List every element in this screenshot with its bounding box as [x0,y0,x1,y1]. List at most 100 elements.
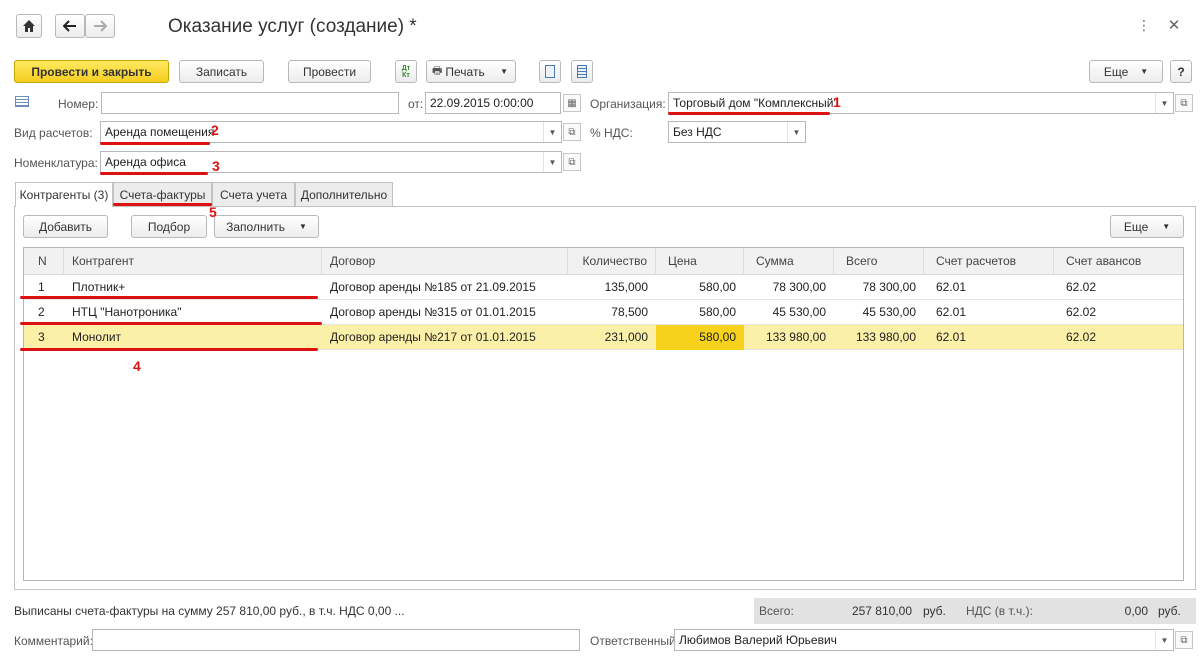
cell-price-active[interactable]: 580,00 [656,325,744,350]
col-contract[interactable]: Договор [322,248,568,275]
chevron-down-icon[interactable]: ▼ [1155,630,1173,650]
organization-label: Организация: [590,97,666,111]
col-total[interactable]: Всего [834,248,924,275]
close-button[interactable]: ✕ [1163,14,1185,36]
tab-counterparties[interactable]: Контрагенты (3) [15,182,113,207]
cell-price[interactable]: 580,00 [656,275,744,300]
close-icon: ✕ [1167,17,1181,34]
dt-kt-icon: Дт Кт [401,64,411,79]
cell-quantity[interactable]: 231,000 [568,325,656,350]
nomenclature-field[interactable]: Аренда офиса ▼ [100,151,562,173]
comment-field[interactable] [92,629,580,651]
tab-accounts[interactable]: Счета учета [212,182,295,206]
cell-settlement-account[interactable]: 62.01 [924,325,1054,350]
save-button[interactable]: Записать [179,60,264,83]
calendar-icon[interactable]: ▦ [563,94,581,112]
cell-price[interactable]: 580,00 [656,300,744,325]
table-more-label: Еще [1123,219,1149,234]
document-icon [545,65,555,78]
col-sum[interactable]: Сумма [744,248,834,275]
cell-settlement-account[interactable]: 62.01 [924,275,1054,300]
cell-total[interactable]: 45 530,00 [834,300,924,325]
vat-field[interactable]: Без НДС ▼ [668,121,806,143]
annotation-2: 2 [211,122,219,138]
chevron-down-icon: ▼ [1140,67,1149,76]
vat-value: Без НДС [673,125,722,139]
annotation-underline-row3 [20,348,318,351]
open-icon[interactable]: ⧉ [563,153,581,171]
col-advance-account[interactable]: Счет авансов [1054,248,1183,275]
annotation-underline-2 [100,142,210,145]
invoices-summary-link[interactable]: Выписаны счета-фактуры на сумму 257 810,… [14,604,405,618]
forward-button[interactable] [85,14,115,38]
dt-kt-button[interactable]: Дт Кт [395,60,417,83]
journal-button[interactable] [571,60,593,83]
open-icon[interactable]: ⧉ [1175,94,1193,112]
cell-sum[interactable]: 133 980,00 [744,325,834,350]
print-button[interactable]: 🖶 Печать ▼ [426,60,516,83]
col-n[interactable]: N [24,248,64,275]
cell-total[interactable]: 78 300,00 [834,275,924,300]
col-price[interactable]: Цена [656,248,744,275]
table-more-button[interactable]: Еще ▼ [1110,215,1184,238]
post-and-close-button[interactable]: Провести и закрыть [14,60,169,83]
chevron-down-icon[interactable]: ▼ [543,152,561,172]
chevron-down-icon[interactable]: ▼ [1155,93,1173,113]
responsible-label: Ответственный: [590,634,680,648]
vat-total-currency: руб. [1158,604,1181,618]
cell-sum[interactable]: 78 300,00 [744,275,834,300]
col-quantity[interactable]: Количество [568,248,656,275]
responsible-field[interactable]: Любимов Валерий Юрьевич ▼ [674,629,1174,651]
col-settlement-account[interactable]: Счет расчетов [924,248,1054,275]
date-field[interactable]: 22.09.2015 0:00:00 [425,92,561,114]
col-counterparty[interactable]: Контрагент [64,248,322,275]
more-options-icon[interactable]: ⋮ [1133,14,1155,36]
arrow-left-icon [63,20,76,32]
list-view-icon[interactable] [15,96,29,107]
open-icon[interactable]: ⧉ [1175,631,1193,649]
vat-label: % НДС: [590,126,633,140]
cell-sum[interactable]: 45 530,00 [744,300,834,325]
responsible-value: Любимов Валерий Юрьевич [679,633,837,647]
organization-value: Торговый дом "Комплексный" [673,96,838,110]
number-field[interactable] [101,92,399,114]
annotation-4: 4 [133,358,141,374]
back-button[interactable] [55,14,85,38]
more-button[interactable]: Еще ▼ [1089,60,1163,83]
nomenclature-label: Номенклатура: [14,156,98,170]
document-button[interactable] [539,60,561,83]
help-button[interactable]: ? [1170,60,1192,83]
open-icon[interactable]: ⧉ [563,123,581,141]
total-label: Всего: [759,604,794,618]
table-row-selected[interactable]: 3 Монолит Договор аренды №217 от 01.01.2… [24,325,1183,350]
cell-contract[interactable]: Договор аренды №315 от 01.01.2015 [322,300,568,325]
cell-contract[interactable]: Договор аренды №217 от 01.01.2015 [322,325,568,350]
arrow-right-icon [94,20,107,32]
chevron-down-icon[interactable]: ▼ [543,122,561,142]
cell-contract[interactable]: Договор аренды №185 от 21.09.2015 [322,275,568,300]
fill-button[interactable]: Заполнить ▼ [214,215,319,238]
tab-additional[interactable]: Дополнительно [295,182,393,206]
calc-type-field[interactable]: Аренда помещения ▼ [100,121,562,143]
cell-quantity[interactable]: 135,000 [568,275,656,300]
post-button[interactable]: Провести [288,60,371,83]
cell-advance-account[interactable]: 62.02 [1054,275,1183,300]
cell-counterparty[interactable]: Монолит [64,325,322,350]
vat-total-label: НДС (в т.ч.): [966,604,1033,618]
cell-settlement-account[interactable]: 62.01 [924,300,1054,325]
cell-advance-account[interactable]: 62.02 [1054,325,1183,350]
cell-advance-account[interactable]: 62.02 [1054,300,1183,325]
cell-n: 3 [38,330,45,344]
annotation-underline-1 [668,112,830,115]
cell-quantity[interactable]: 78,500 [568,300,656,325]
calc-type-label: Вид расчетов: [14,126,93,140]
home-button[interactable] [16,14,42,38]
annotation-underline-row2 [20,322,322,325]
pick-button[interactable]: Подбор [131,215,207,238]
cell-total[interactable]: 133 980,00 [834,325,924,350]
annotation-1: 1 [833,94,841,110]
organization-field[interactable]: Торговый дом "Комплексный" ▼ [668,92,1174,114]
add-button[interactable]: Добавить [23,215,108,238]
chevron-down-icon[interactable]: ▼ [787,122,805,142]
date-label: от: [408,97,424,111]
